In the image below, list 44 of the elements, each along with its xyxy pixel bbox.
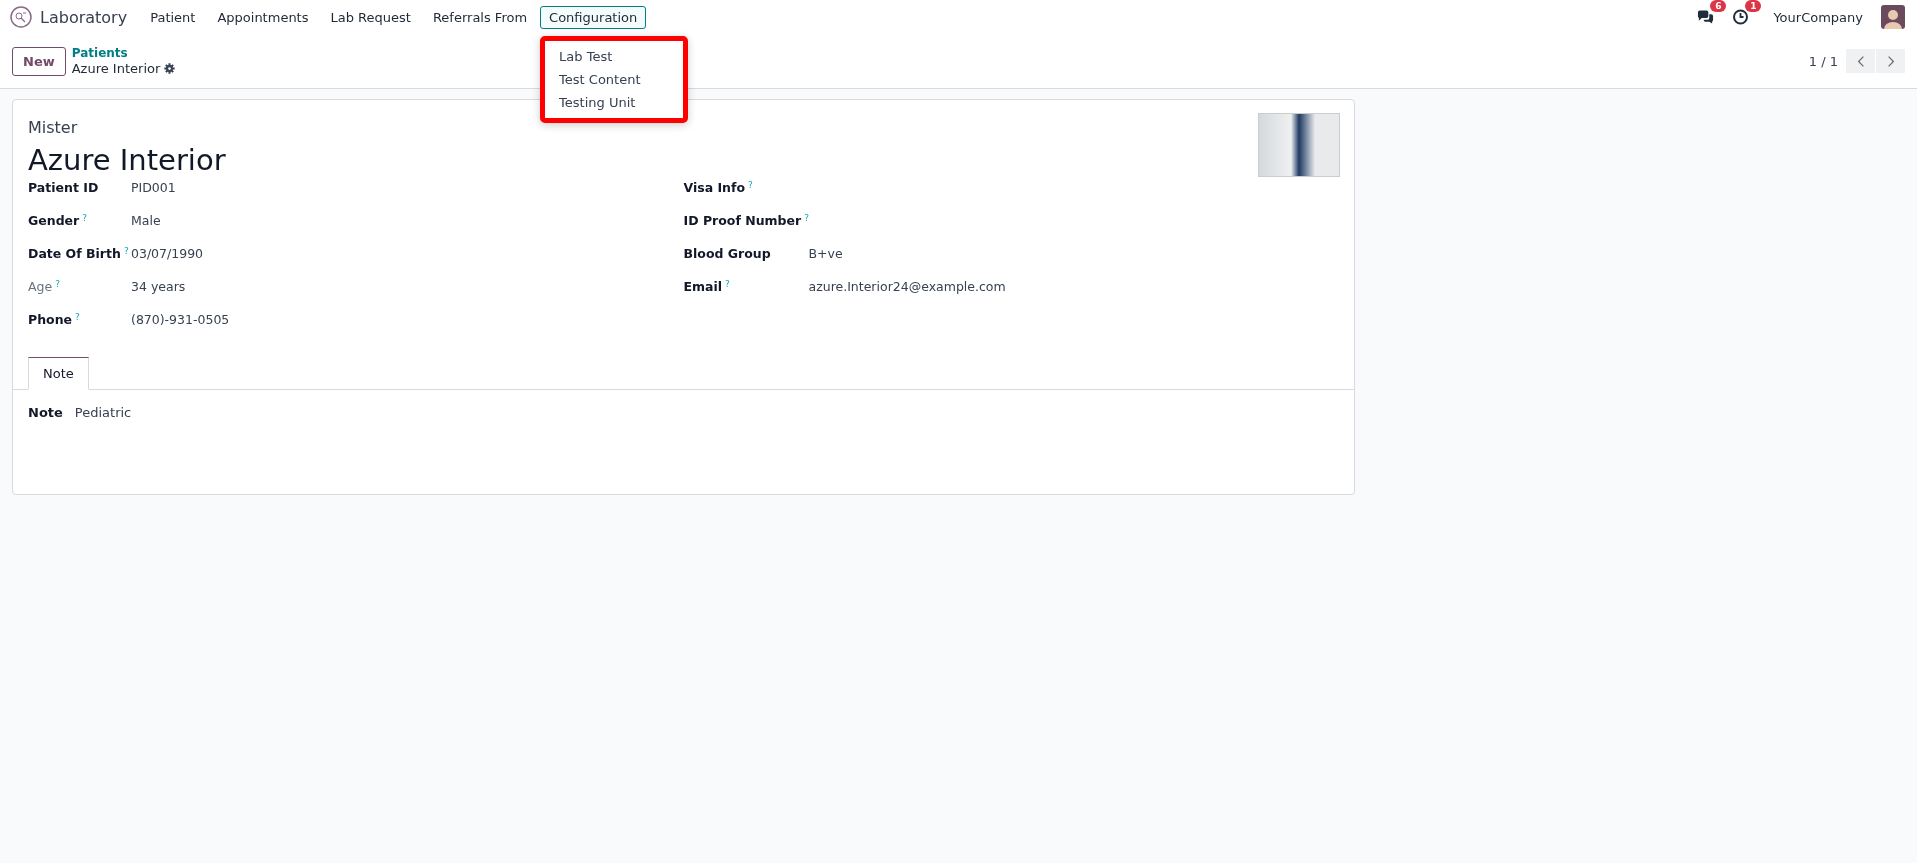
field-value: 34 years <box>131 279 186 294</box>
app-name[interactable]: Laboratory <box>40 7 128 27</box>
company-name[interactable]: YourCompany <box>1773 9 1863 25</box>
record-name: Azure Interior <box>71 61 161 76</box>
field-value: Pediatric <box>74 405 132 420</box>
patient-name: Azure Interior <box>28 143 226 177</box>
dropdown-item[interactable]: Testing Unit <box>545 90 684 114</box>
chat-icon[interactable] <box>1697 9 1715 25</box>
field-label: Visa Info <box>683 180 746 195</box>
note-tab[interactable]: Note <box>28 357 89 390</box>
field-label: Note <box>28 405 63 420</box>
field-value: (870)-931-0505 <box>131 312 230 327</box>
message-count-badge: 6 <box>1710 0 1727 12</box>
user-avatar[interactable] <box>1881 5 1905 29</box>
field-label: Date Of Birth <box>28 246 121 261</box>
field-label: Patient ID <box>28 180 99 195</box>
new-button[interactable]: New <box>12 46 66 76</box>
dropdown-item[interactable]: Lab Test <box>545 44 684 68</box>
menu-item[interactable]: Appointments <box>208 5 318 29</box>
field-label: Email <box>683 279 723 294</box>
chevron-right-icon <box>1886 54 1895 68</box>
field-label: Phone <box>28 312 73 327</box>
field-value: 03/07/1990 <box>131 246 204 261</box>
field-value: B+ve <box>808 246 843 261</box>
clock-icon[interactable] <box>1732 9 1750 25</box>
field-value: Male <box>131 213 161 228</box>
menu-item[interactable]: Referrals From <box>423 5 537 29</box>
field-label: Age <box>28 279 53 294</box>
activity-count-badge: 1 <box>1745 0 1762 12</box>
patient-title: Mister <box>28 118 79 137</box>
field-label: Gender <box>28 213 80 228</box>
menu-item[interactable]: Patient <box>141 5 205 29</box>
dropdown-item[interactable]: Test Content <box>545 67 684 91</box>
menu-item[interactable]: Configuration <box>540 5 647 29</box>
field-value: azure.Interior24@example.com <box>808 279 1006 294</box>
chevron-left-icon <box>1856 54 1865 68</box>
field-label: ID Proof Number <box>683 213 802 228</box>
settings-icon[interactable] <box>164 63 176 74</box>
pager-value: 1 / 1 <box>1808 53 1838 69</box>
menu-item[interactable]: Lab Request <box>321 5 420 29</box>
field-value: PID001 <box>131 180 176 195</box>
field-label: Blood Group <box>683 246 771 261</box>
breadcrumb-link[interactable]: Patients <box>71 46 176 61</box>
app-logo-icon[interactable] <box>10 6 32 28</box>
